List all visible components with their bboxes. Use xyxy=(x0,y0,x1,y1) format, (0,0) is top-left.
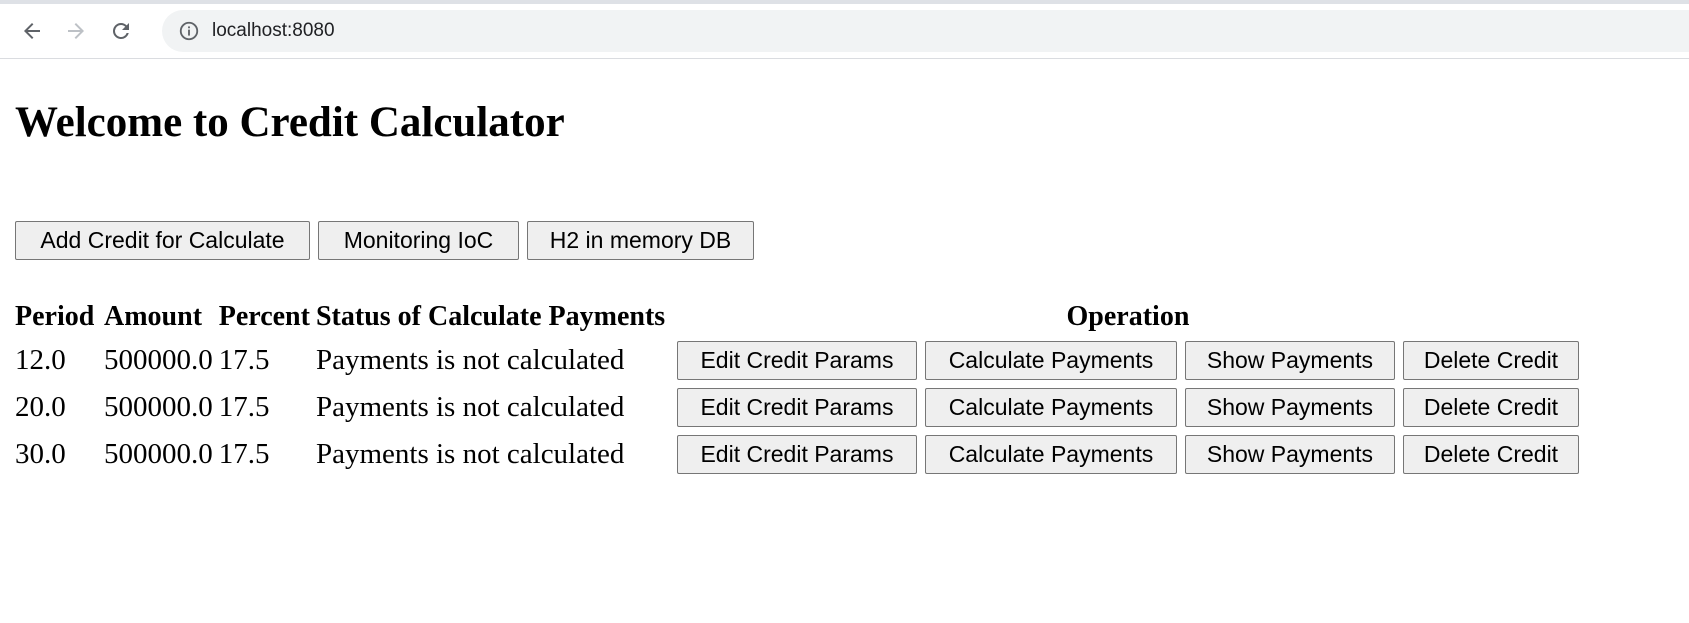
cell-percent: 17.5 xyxy=(218,437,270,470)
table-row: 12.0 500000.0 17.5 Payments is not calcu… xyxy=(15,338,1579,382)
show-payments-button[interactable]: Show Payments xyxy=(1184,434,1395,474)
calculate-payments-button[interactable]: Calculate Payments xyxy=(924,434,1177,474)
monitoring-ioc-button[interactable]: Monitoring IoC xyxy=(318,221,519,260)
delete-credit-button[interactable]: Delete Credit xyxy=(1402,387,1579,427)
header-operation: Operation xyxy=(677,299,1579,335)
cell-amount: 500000.0 xyxy=(104,343,213,376)
cell-operations: Edit Credit Params Calculate Payments Sh… xyxy=(676,338,1579,382)
forward-button[interactable] xyxy=(61,16,91,46)
cell-status: Payments is not calculated xyxy=(315,343,625,376)
header-amount: Amount xyxy=(104,301,203,332)
cell-percent: 17.5 xyxy=(218,343,270,376)
table-row: 30.0 500000.0 17.5 Payments is not calcu… xyxy=(15,432,1579,476)
delete-credit-button[interactable]: Delete Credit xyxy=(1402,434,1579,474)
show-payments-button[interactable]: Show Payments xyxy=(1184,387,1395,427)
arrow-right-icon xyxy=(68,23,84,39)
calculate-payments-button[interactable]: Calculate Payments xyxy=(924,340,1177,380)
cell-percent: 17.5 xyxy=(218,390,270,423)
cell-status: Payments is not calculated xyxy=(315,390,625,423)
reload-icon xyxy=(113,23,129,39)
page-title: Welcome to Credit Calculator xyxy=(15,99,565,146)
cell-amount: 500000.0 xyxy=(104,437,213,470)
browser-toolbar: localhost:8080 xyxy=(0,4,1689,59)
credits-table: Period Amount Percent Status of Calculat… xyxy=(9,296,1585,479)
main-actions: Add Credit for Calculate Monitoring IoC … xyxy=(15,221,754,260)
add-credit-button[interactable]: Add Credit for Calculate xyxy=(15,221,310,260)
edit-credit-params-button[interactable]: Edit Credit Params xyxy=(676,387,917,427)
header-percent: Percent xyxy=(218,301,310,332)
arrow-left-icon xyxy=(24,23,40,39)
cell-status: Payments is not calculated xyxy=(315,437,625,470)
header-operation-label: Operation xyxy=(1066,301,1190,332)
calculate-payments-button[interactable]: Calculate Payments xyxy=(924,387,1177,427)
cell-operations: Edit Credit Params Calculate Payments Sh… xyxy=(676,385,1579,429)
edit-credit-params-button[interactable]: Edit Credit Params xyxy=(676,434,917,474)
back-button[interactable] xyxy=(17,16,47,46)
cell-period: 20.0 xyxy=(15,390,66,423)
cell-operations: Edit Credit Params Calculate Payments Sh… xyxy=(676,432,1579,476)
header-status: Status of Calculate Payments xyxy=(315,301,666,332)
cell-period: 30.0 xyxy=(15,437,66,470)
info-icon[interactable] xyxy=(178,20,200,42)
url-text[interactable]: localhost:8080 xyxy=(212,20,335,42)
cell-amount: 500000.0 xyxy=(104,390,213,423)
delete-credit-button[interactable]: Delete Credit xyxy=(1402,340,1579,380)
cell-period: 12.0 xyxy=(15,343,66,376)
header-period: Period xyxy=(15,301,95,332)
edit-credit-params-button[interactable]: Edit Credit Params xyxy=(676,340,917,380)
reload-button[interactable] xyxy=(106,16,136,46)
address-bar[interactable]: localhost:8080 xyxy=(162,10,1689,52)
show-payments-button[interactable]: Show Payments xyxy=(1184,340,1395,380)
table-row: 20.0 500000.0 17.5 Payments is not calcu… xyxy=(15,385,1579,429)
h2-db-button[interactable]: H2 in memory DB xyxy=(527,221,754,260)
table-header-row: Period Amount Percent Status of Calculat… xyxy=(15,299,1579,335)
